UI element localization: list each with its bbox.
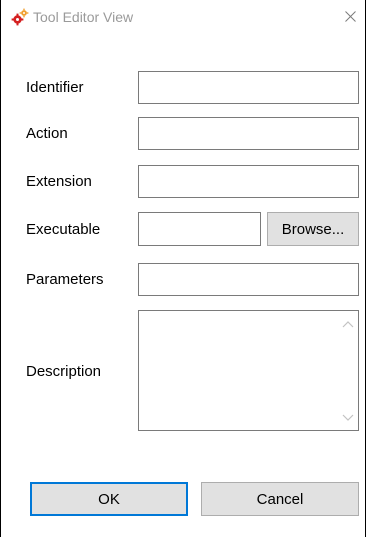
cancel-button[interactable]: Cancel (201, 482, 359, 516)
extension-input[interactable] (138, 165, 359, 198)
gears-icon (11, 8, 29, 26)
window-title: Tool Editor View (33, 9, 134, 25)
identifier-input[interactable] (138, 71, 359, 104)
ok-button[interactable]: OK (30, 482, 188, 516)
action-input[interactable] (138, 117, 359, 150)
description-label: Description (26, 363, 102, 380)
parameters-label: Parameters (26, 271, 104, 288)
parameters-input[interactable] (138, 263, 359, 296)
close-button[interactable] (335, 0, 365, 34)
title-bar: Tool Editor View (1, 0, 365, 34)
tool-editor-dialog: Tool Editor View Identifier Action Exten… (0, 0, 366, 537)
browse-button[interactable]: Browse... (267, 212, 359, 246)
executable-input[interactable] (138, 212, 261, 246)
action-label: Action (26, 125, 68, 142)
extension-label: Extension (26, 173, 92, 190)
identifier-label: Identifier (26, 79, 84, 96)
executable-label: Executable (26, 221, 101, 238)
description-textarea[interactable] (138, 310, 359, 431)
close-icon (345, 11, 356, 22)
